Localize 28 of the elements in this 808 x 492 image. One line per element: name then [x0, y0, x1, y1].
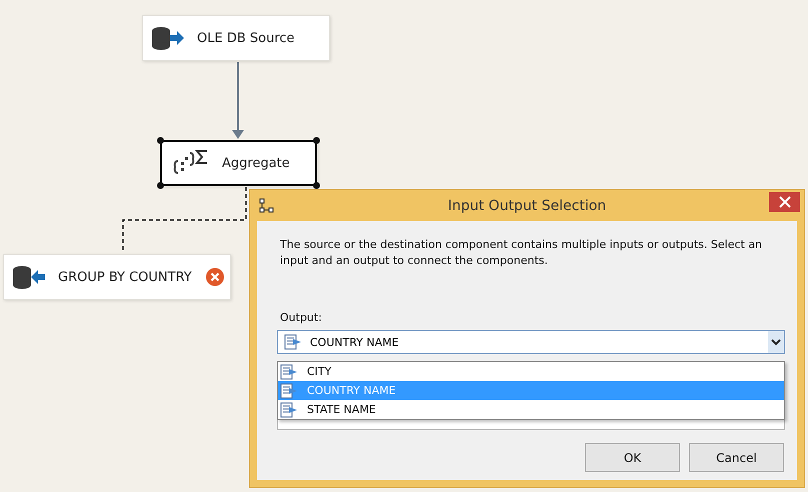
connection-icon — [259, 198, 275, 214]
selection-handle[interactable] — [313, 137, 320, 144]
node-label: Aggregate — [222, 156, 290, 170]
close-button[interactable] — [769, 192, 800, 212]
node-label: OLE DB Source — [197, 30, 295, 46]
component-node[interactable]: OLE DB Source — [142, 15, 330, 61]
message-text: The source or the destination component contains multiple inputs or outputs. Select an input and an output to connect the components. — [280, 237, 764, 269]
selection-handle[interactable] — [157, 182, 164, 189]
output-icon — [280, 382, 298, 398]
dropdown-option[interactable]: STATE NAME — [278, 400, 784, 419]
output-label: Output: — [280, 311, 323, 324]
database-output-icon — [151, 26, 185, 50]
component-node[interactable]: GROUP BY COUNTRY — [3, 254, 231, 300]
component-node[interactable]: Aggregate — [160, 140, 317, 186]
chevron-down-icon — [771, 338, 781, 346]
output-dropdown[interactable]: COUNTRY NAME — [277, 330, 785, 354]
output-icon — [280, 364, 298, 380]
dialog-button[interactable]: Cancel — [689, 443, 784, 472]
output-icon — [284, 334, 302, 350]
window-title: Input Output Selection — [446, 198, 608, 214]
dialog-button[interactable]: OK — [585, 443, 680, 472]
selection-handle[interactable] — [313, 182, 320, 189]
output-icon — [280, 402, 298, 418]
database-input-icon — [12, 265, 46, 289]
close-icon — [778, 196, 790, 208]
dropdown-option[interactable]: CITY — [278, 362, 784, 381]
selection-handle[interactable] — [157, 137, 164, 144]
node-label: GROUP BY COUNTRY — [58, 270, 192, 284]
